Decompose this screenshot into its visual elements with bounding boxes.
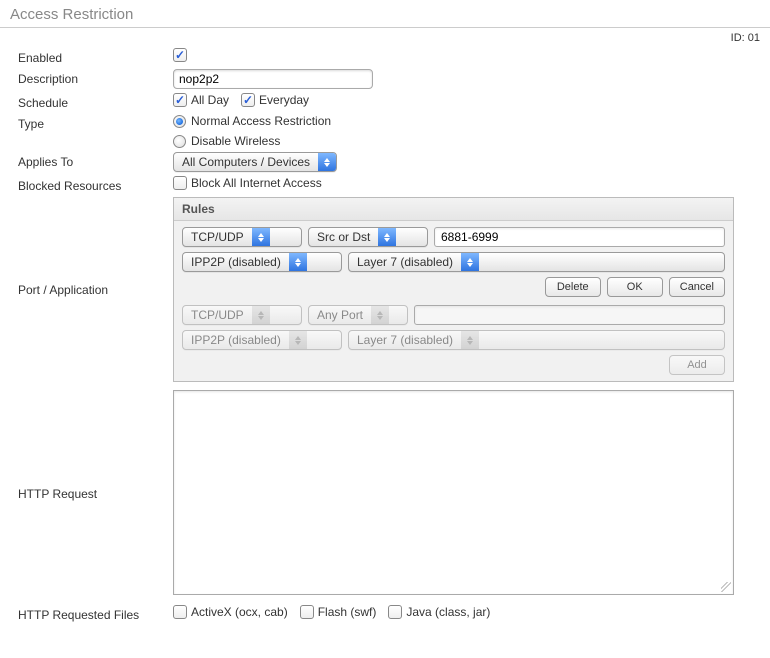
- label-applies-to: Applies To: [18, 152, 173, 169]
- label-http-files: HTTP Requested Files: [18, 605, 173, 622]
- block-all-checkbox[interactable]: Block All Internet Access: [173, 176, 322, 190]
- type-disable-wireless-radio[interactable]: Disable Wireless: [173, 134, 280, 148]
- select-value: All Computers / Devices: [174, 153, 318, 171]
- rule2-layer7-select: Layer 7 (disabled): [348, 330, 725, 350]
- checkbox-icon: [173, 605, 187, 619]
- radio-icon: [173, 115, 186, 128]
- updown-icon: [318, 153, 336, 171]
- activex-label: ActiveX (ocx, cab): [191, 605, 288, 619]
- id-label: ID: 01: [0, 28, 770, 44]
- rule1-proto-select[interactable]: TCP/UDP: [182, 227, 302, 247]
- http-files-flash-checkbox[interactable]: Flash (swf): [300, 605, 377, 619]
- label-http-request: HTTP Request: [18, 484, 173, 501]
- rule1-dir-select[interactable]: Src or Dst: [308, 227, 428, 247]
- java-label: Java (class, jar): [406, 605, 490, 619]
- form: Enabled Description Schedule All Day Eve…: [0, 48, 770, 636]
- updown-icon: [461, 331, 479, 349]
- rule2-ipp2p-select: IPP2P (disabled): [182, 330, 342, 350]
- label-schedule: Schedule: [18, 93, 173, 110]
- select-value: Any Port: [309, 306, 371, 324]
- http-request-textarea[interactable]: [173, 390, 734, 595]
- label-blocked: Blocked Resources: [18, 176, 173, 193]
- rule2-proto-select: TCP/UDP: [182, 305, 302, 325]
- checkbox-icon: [173, 176, 187, 190]
- rules-header: Rules: [174, 198, 733, 221]
- rule-add-button: Add: [669, 355, 725, 375]
- type-disable-label: Disable Wireless: [191, 134, 280, 148]
- updown-icon: [252, 306, 270, 324]
- updown-icon: [289, 331, 307, 349]
- rules-box: Rules TCP/UDP Src or Dst: [173, 197, 734, 382]
- schedule-allday-checkbox[interactable]: All Day: [173, 93, 229, 107]
- rule1-layer7-select[interactable]: Layer 7 (disabled): [348, 252, 725, 272]
- schedule-everyday-checkbox[interactable]: Everyday: [241, 93, 309, 107]
- select-value: TCP/UDP: [183, 306, 252, 324]
- rule1-ports-input[interactable]: [434, 227, 725, 247]
- updown-icon: [461, 253, 479, 271]
- select-value: Layer 7 (disabled): [349, 253, 461, 271]
- block-all-label: Block All Internet Access: [191, 176, 322, 190]
- schedule-everyday-label: Everyday: [259, 93, 309, 107]
- rule-delete-button[interactable]: Delete: [545, 277, 601, 297]
- enabled-checkbox[interactable]: [173, 48, 191, 62]
- select-value: TCP/UDP: [183, 228, 252, 246]
- checkbox-icon: [388, 605, 402, 619]
- rule2-dir-select: Any Port: [308, 305, 408, 325]
- rule-cancel-button[interactable]: Cancel: [669, 277, 725, 297]
- applies-to-select[interactable]: All Computers / Devices: [173, 152, 337, 172]
- label-type: Type: [18, 114, 173, 131]
- schedule-allday-label: All Day: [191, 93, 229, 107]
- checkbox-icon: [173, 48, 187, 62]
- rule2-ports-input: [414, 305, 725, 325]
- flash-label: Flash (swf): [318, 605, 377, 619]
- select-value: Src or Dst: [309, 228, 378, 246]
- http-files-java-checkbox[interactable]: Java (class, jar): [388, 605, 490, 619]
- rule1-ipp2p-select[interactable]: IPP2P (disabled): [182, 252, 342, 272]
- label-port-app-text: Port / Application: [18, 283, 108, 297]
- checkbox-icon: [173, 93, 187, 107]
- updown-icon: [371, 306, 389, 324]
- label-description: Description: [18, 69, 173, 86]
- resize-grip-icon[interactable]: [721, 582, 731, 592]
- select-value: IPP2P (disabled): [183, 253, 289, 271]
- select-value: Layer 7 (disabled): [349, 331, 461, 349]
- select-value: IPP2P (disabled): [183, 331, 289, 349]
- label-port-app: Port / Application: [18, 280, 173, 299]
- type-normal-radio[interactable]: Normal Access Restriction: [173, 114, 331, 128]
- updown-icon: [252, 228, 270, 246]
- label-enabled: Enabled: [18, 48, 173, 65]
- page-title: Access Restriction: [0, 0, 770, 28]
- checkbox-icon: [300, 605, 314, 619]
- rule-ok-button[interactable]: OK: [607, 277, 663, 297]
- http-files-activex-checkbox[interactable]: ActiveX (ocx, cab): [173, 605, 288, 619]
- updown-icon: [289, 253, 307, 271]
- updown-icon: [378, 228, 396, 246]
- checkbox-icon: [241, 93, 255, 107]
- radio-icon: [173, 135, 186, 148]
- description-input[interactable]: [173, 69, 373, 89]
- type-normal-label: Normal Access Restriction: [191, 114, 331, 128]
